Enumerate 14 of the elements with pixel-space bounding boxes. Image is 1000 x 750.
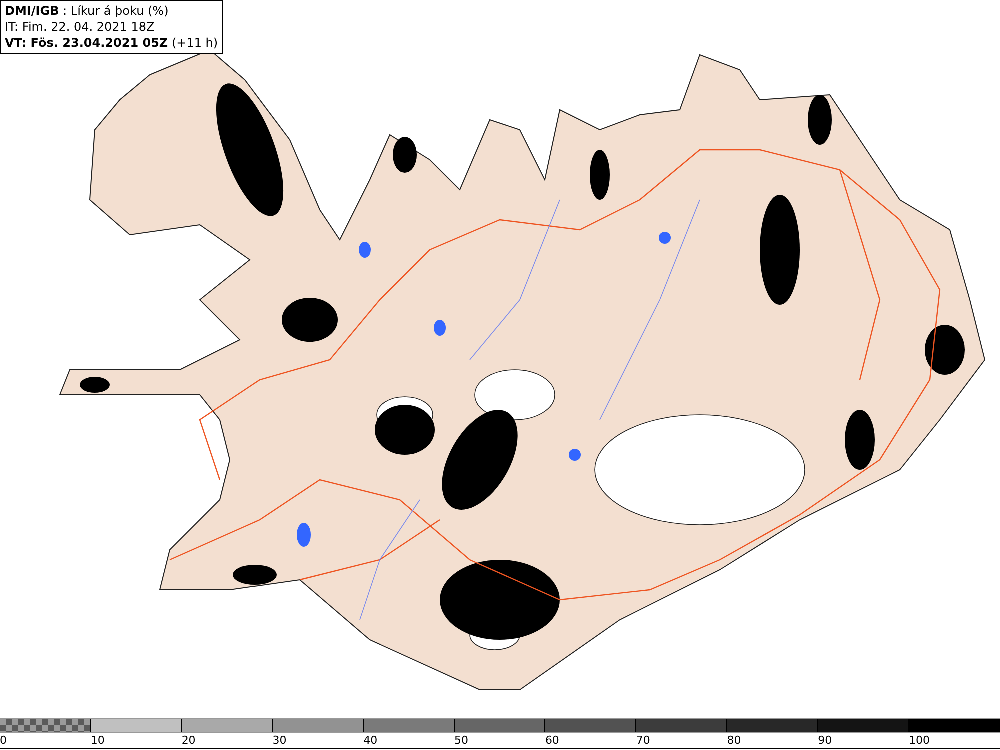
legend-label: 70 [636, 733, 650, 748]
legend-label: 60 [545, 733, 560, 748]
legend-label: 30 [272, 733, 287, 748]
legend-label: 80 [727, 733, 742, 748]
legend-label: 20 [182, 733, 196, 748]
legend-label: 10 [90, 733, 105, 748]
valid-time: VT: Fös. 23.04.2021 05Z (+11 h) [5, 35, 218, 51]
legend-label: 100 [909, 733, 930, 748]
map-title: DMI/IGB : Líkur á þoku (%) [5, 3, 170, 19]
legend-label: 40 [364, 733, 378, 748]
issue-time: IT: Fim. 22. 04. 2021 18Z [5, 19, 156, 35]
legend-label: 0 [0, 733, 7, 748]
legend-label: 50 [454, 733, 469, 748]
legend-label: 90 [818, 733, 832, 748]
